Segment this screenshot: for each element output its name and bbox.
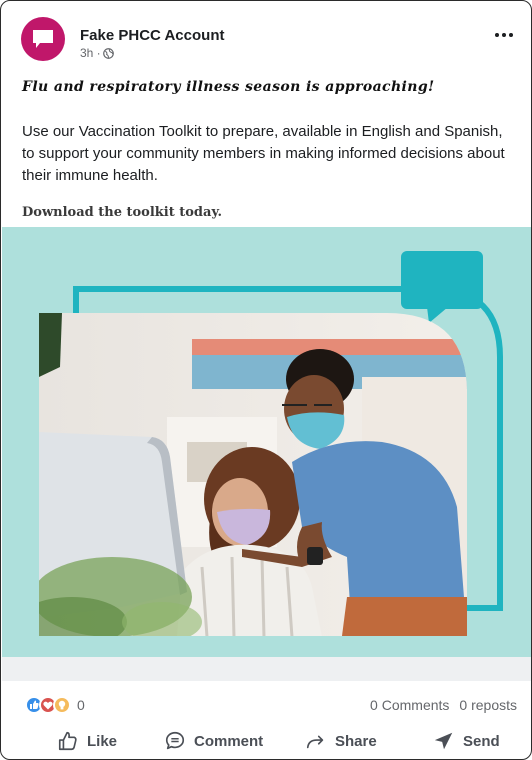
engagement-stats: 0 Comments 0 reposts (370, 697, 517, 713)
globe-icon (102, 47, 114, 59)
share-icon (306, 735, 324, 749)
reaction-count: 0 (77, 697, 85, 713)
chat-bubble-icon (33, 30, 53, 48)
insightful-reaction-icon (53, 696, 71, 714)
post-image[interactable] (2, 227, 531, 657)
reposts-count[interactable]: 0 reposts (459, 697, 517, 713)
post-header: Fake PHCC Account 3h · (21, 17, 513, 61)
action-bar: Like Comment Share Send (1, 725, 531, 757)
like-icon (58, 731, 77, 751)
send-icon (434, 732, 453, 750)
like-label: Like (87, 732, 118, 750)
send-label: Send (463, 732, 500, 750)
reactions-summary[interactable]: 0 (25, 695, 85, 715)
post-card: Fake PHCC Account 3h · Flu and respirato… (0, 0, 532, 760)
post-illustration (39, 251, 503, 636)
share-button[interactable]: Share (305, 725, 377, 757)
speech-bubble (401, 251, 483, 309)
avatar[interactable] (21, 17, 65, 61)
like-button[interactable]: Like (57, 725, 117, 757)
post-body: Use our Vaccination Toolkit to prepare, … (22, 123, 505, 184)
comment-icon (165, 731, 185, 750)
more-icon[interactable] (495, 33, 513, 39)
comments-count[interactable]: 0 Comments (370, 697, 449, 713)
comment-label: Comment (194, 732, 264, 750)
image-footer-bar (2, 657, 531, 681)
post-headline: Flu and respiratory illness season is ap… (22, 79, 435, 95)
post-time[interactable]: 3h · (80, 46, 101, 60)
account-name[interactable]: Fake PHCC Account (80, 27, 224, 44)
comment-button[interactable]: Comment (164, 725, 263, 757)
send-button[interactable]: Send (433, 725, 500, 757)
share-label: Share (335, 732, 377, 750)
post-meta: 3h · (80, 46, 114, 60)
post-cta: Download the toolkit today. (22, 205, 223, 220)
